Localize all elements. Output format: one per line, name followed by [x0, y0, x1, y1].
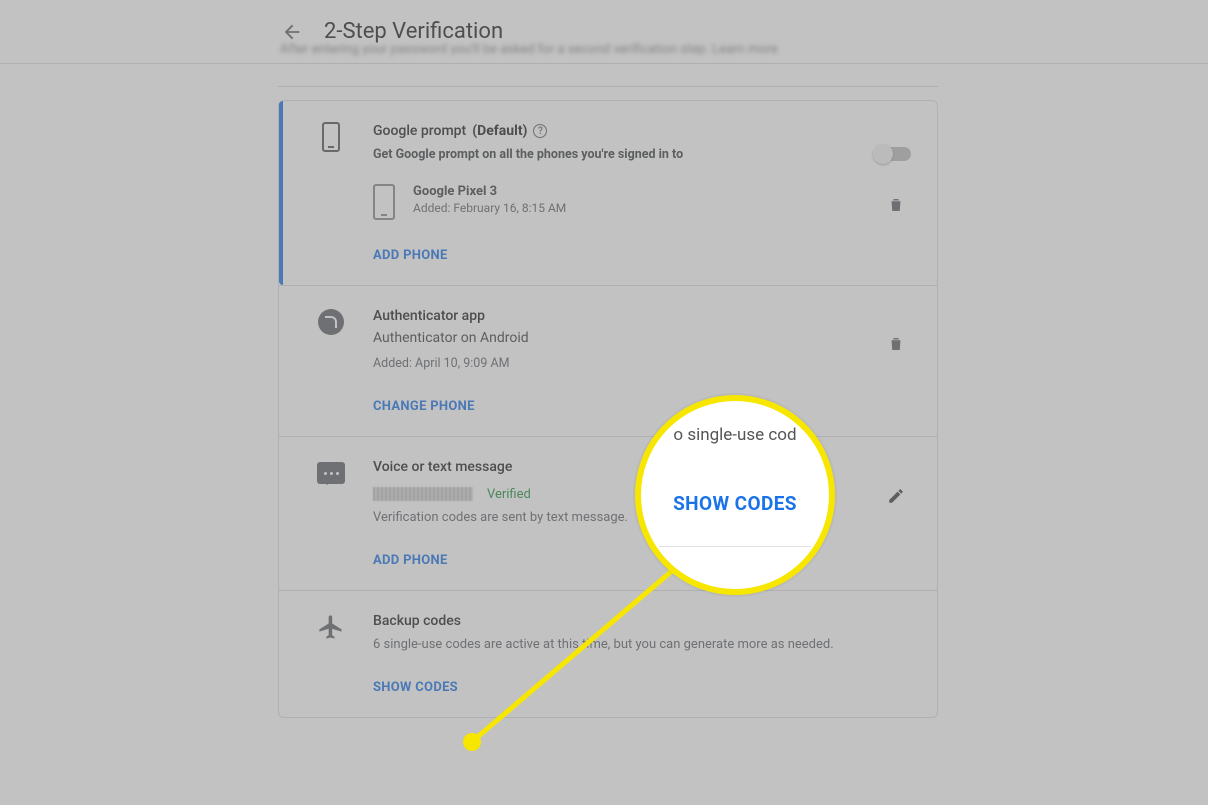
- title-text: Google prompt: [373, 123, 466, 139]
- auth-subtext: Authenticator on Android: [373, 330, 911, 346]
- device-name: Google Pixel 3: [413, 184, 566, 199]
- zoom-callout: o single-use cod SHOW CODES: [635, 395, 835, 595]
- callout-divider: [659, 546, 811, 547]
- add-phone-sms-button[interactable]: ADD PHONE: [373, 553, 448, 568]
- back-arrow-icon[interactable]: [280, 20, 304, 44]
- page-root: 2-Step Verification After entering your …: [0, 0, 1208, 805]
- section-subtext: Get Google prompt on all the phones you'…: [373, 147, 911, 162]
- section-title: Authenticator app: [373, 308, 911, 324]
- edit-sms-button[interactable]: [887, 487, 905, 505]
- sms-icon: [317, 459, 345, 487]
- change-phone-button[interactable]: CHANGE PHONE: [373, 399, 475, 414]
- callout-peek-text: o single-use cod: [673, 425, 796, 445]
- section-sms: Voice or text message Verified Verificat…: [279, 436, 937, 590]
- redacted-phone: [373, 487, 473, 501]
- show-codes-button[interactable]: SHOW CODES: [373, 680, 458, 695]
- default-badge: (Default): [472, 123, 527, 139]
- device-phone-icon: [373, 184, 395, 220]
- section-backup-codes: Backup codes 6 single-use codes are acti…: [279, 590, 937, 717]
- section-authenticator: Authenticator app Authenticator on Andro…: [279, 285, 937, 436]
- auth-added: Added: April 10, 9:09 AM: [373, 356, 911, 371]
- add-phone-button[interactable]: ADD PHONE: [373, 248, 448, 263]
- airplane-icon: [317, 613, 345, 641]
- phone-icon: [317, 123, 345, 151]
- help-icon[interactable]: ?: [533, 124, 547, 138]
- device-added: Added: February 16, 8:15 AM: [413, 201, 566, 215]
- divider: [278, 86, 938, 87]
- callout-show-codes: SHOW CODES: [673, 492, 797, 515]
- backup-desc: 6 single-use codes are active at this ti…: [373, 637, 911, 652]
- section-title: Google prompt (Default) ?: [373, 123, 911, 139]
- delete-device-button[interactable]: [887, 195, 905, 215]
- device-row: Google Pixel 3 Added: February 16, 8:15 …: [373, 184, 911, 220]
- page-title: 2-Step Verification: [324, 19, 503, 44]
- section-google-prompt: Google prompt (Default) ? Get Google pro…: [279, 101, 937, 285]
- header-subtext-blurred: After entering your password you'll be a…: [280, 42, 840, 60]
- second-step-card: Google prompt (Default) ? Get Google pro…: [278, 100, 938, 718]
- prompt-toggle[interactable]: [875, 147, 911, 161]
- callout-endpoint-dot: [463, 733, 481, 751]
- verified-label: Verified: [487, 487, 531, 502]
- section-title: Backup codes: [373, 613, 911, 629]
- delete-authenticator-button[interactable]: [887, 334, 905, 354]
- authenticator-icon: [317, 308, 345, 336]
